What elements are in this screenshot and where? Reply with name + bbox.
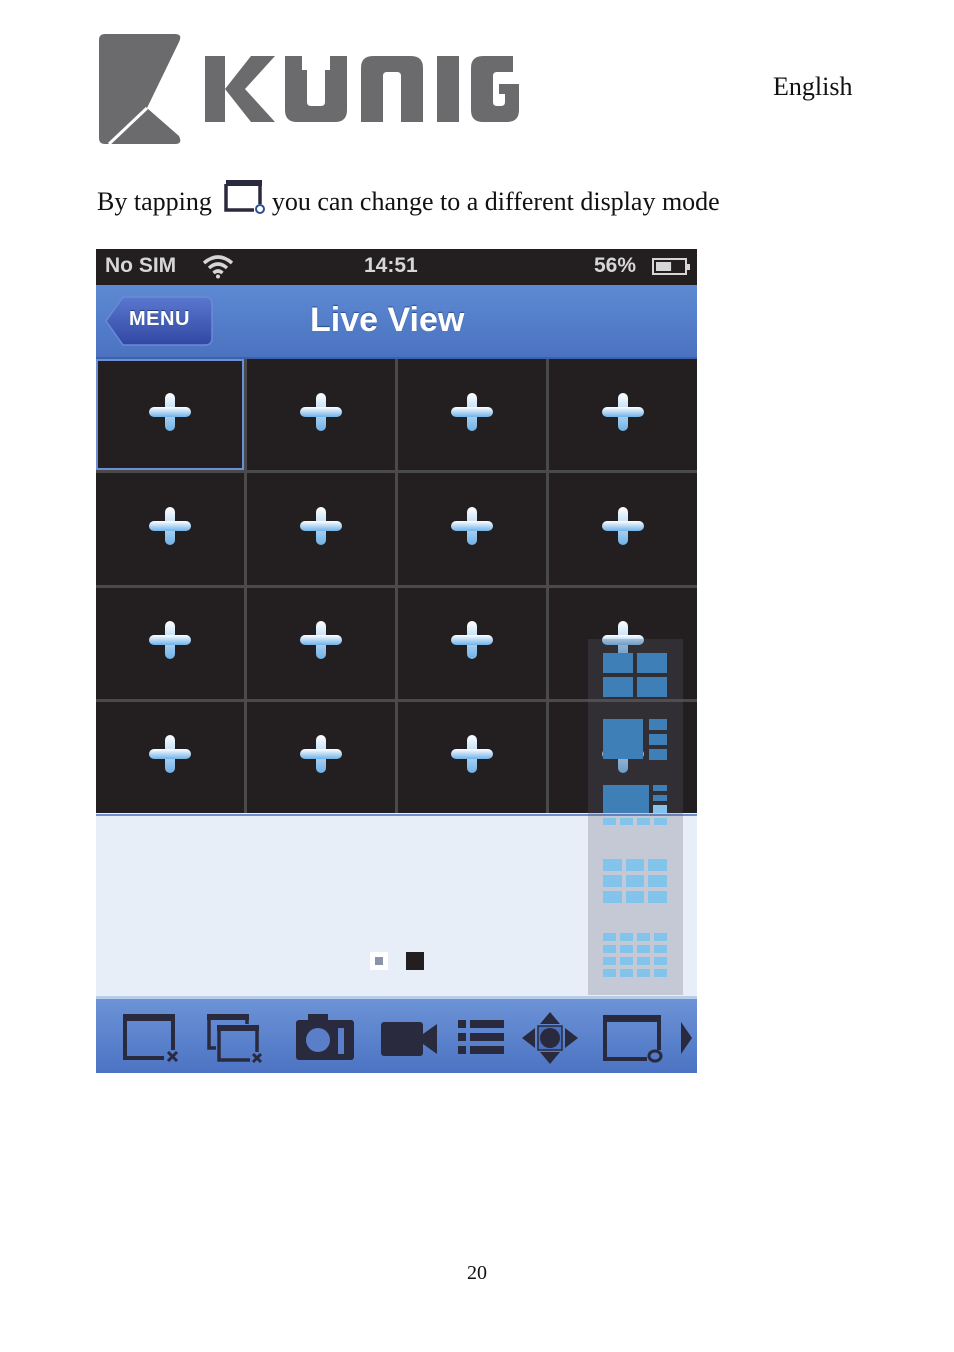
bottom-toolbar [96,996,697,1073]
add-channel-icon [300,735,342,774]
menu-back-button[interactable]: MENU [105,296,213,346]
phone-screenshot: No SIM 14:51 56% MENU Live View [96,249,697,1073]
add-channel-icon [451,621,493,660]
channel-cell[interactable] [398,587,546,699]
channel-cell[interactable] [247,473,395,585]
channel-cell[interactable] [247,359,395,471]
display-mode-panel [588,639,683,995]
layout-1-plus-3-icon[interactable] [603,719,667,765]
close-all-windows-icon[interactable] [204,1012,266,1064]
channel-cell[interactable] [96,473,244,585]
add-channel-icon [300,506,342,545]
channel-cell[interactable] [398,701,546,813]
ptz-control-icon[interactable] [520,1012,580,1064]
add-channel-icon [300,392,342,431]
add-channel-icon [300,621,342,660]
add-channel-icon [149,621,191,660]
add-channel-icon [602,392,644,431]
add-channel-icon [451,506,493,545]
channel-cell[interactable] [247,587,395,699]
display-mode-icon[interactable] [601,1012,665,1064]
layout-4-grid-icon[interactable] [603,653,667,699]
add-channel-icon [451,392,493,431]
page-number: 20 [467,1262,487,1284]
camera-snapshot-icon[interactable] [294,1012,356,1064]
channel-cell[interactable] [398,359,546,471]
status-bar: No SIM 14:51 56% [96,249,697,285]
add-channel-icon [149,506,191,545]
konig-logo [99,34,519,144]
page-dot-2[interactable] [406,952,424,970]
add-channel-icon [602,506,644,545]
battery-percent: 56% [594,254,637,277]
wifi-icon [202,255,234,279]
language-label: English [773,72,853,101]
close-window-icon[interactable] [120,1012,182,1064]
channel-cell[interactable] [96,587,244,699]
channel-cell[interactable] [398,473,546,585]
intro-text-after: you can change to a different display mo… [271,187,720,216]
display-mode-icon [224,180,265,214]
chevron-right-icon[interactable] [678,1012,694,1064]
carrier-label: No SIM [105,254,177,277]
add-channel-icon [149,735,191,774]
menu-label: MENU [129,308,190,330]
add-channel-icon [149,392,191,431]
channel-cell[interactable] [549,473,697,585]
clock: 14:51 [364,254,418,277]
nav-bar: MENU Live View [96,285,697,359]
intro-text-before: By tapping [97,187,212,216]
channel-cell[interactable] [96,701,244,813]
layout-9-grid-icon[interactable] [603,859,667,905]
battery-icon [652,258,690,275]
channel-cell[interactable] [96,359,244,471]
video-record-icon[interactable] [379,1012,441,1064]
channel-cell[interactable] [549,359,697,471]
intro-sentence: By tapping you can change to a different… [97,180,720,220]
page-indicator[interactable] [370,952,424,970]
layout-1-plus-7-icon[interactable] [603,785,667,831]
add-channel-icon [451,735,493,774]
page-title: Live View [310,301,465,339]
layout-16-grid-icon[interactable] [603,933,667,979]
channel-cell[interactable] [247,701,395,813]
list-icon[interactable] [456,1012,506,1064]
page-dot-1[interactable] [370,952,388,970]
